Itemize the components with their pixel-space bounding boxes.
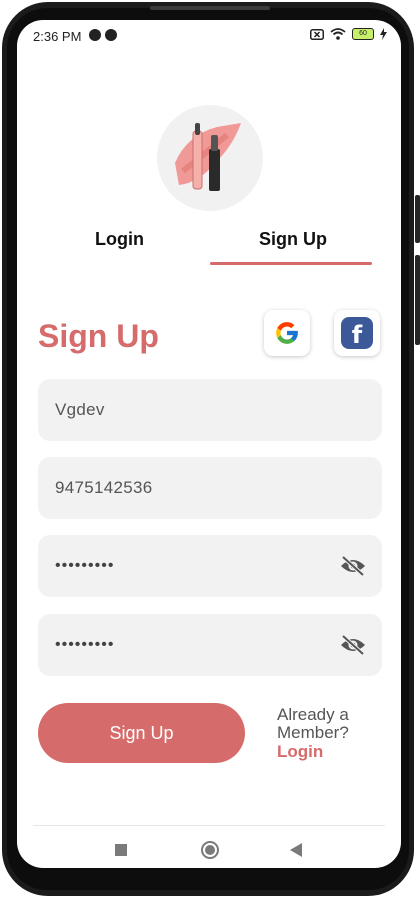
back-icon[interactable] [290,843,302,857]
home-icon[interactable] [201,841,219,859]
eye-off-icon[interactable] [340,555,366,577]
google-icon [276,322,298,344]
recent-apps-icon[interactable] [115,844,127,856]
tab-signup[interactable]: Sign Up [259,229,327,250]
volume-button [415,195,420,243]
phone-frame: 2:36 PM 60 Login Sign Up Sign Up f Vgdev… [0,0,420,900]
phone-field[interactable]: 9475142536 [38,457,382,519]
media-icon [105,29,117,41]
status-time: 2:36 PM [33,29,82,44]
confirm-password-field[interactable]: ••••••••• [38,614,382,676]
password-value: ••••••••• [55,557,115,574]
power-button [415,255,420,345]
app-screen: 2:36 PM 60 Login Sign Up Sign Up f Vgdev… [17,20,401,868]
name-field[interactable]: Vgdev [38,379,382,441]
facebook-signin-button[interactable]: f [334,310,380,356]
confirm-password-value: ••••••••• [55,636,115,653]
lipstick-illustration [175,123,241,191]
signup-button[interactable]: Sign Up [38,703,245,763]
eye-off-icon[interactable] [340,634,366,656]
active-tab-indicator [210,262,372,265]
lipstick-logo-icon [157,105,263,211]
facebook-icon: f [341,317,373,349]
battery-icon: 60 [352,28,374,40]
page-title: Sign Up [38,318,159,354]
nav-divider [33,825,385,826]
password-field[interactable]: ••••••••• [38,535,382,597]
charging-icon [380,28,387,40]
google-signin-button[interactable] [264,310,310,356]
already-member-text: Already a Member? [277,705,349,742]
tab-login[interactable]: Login [95,229,144,250]
status-system-icons: 60 [310,28,387,40]
login-link[interactable]: Login [277,742,323,762]
notification-x-icon [310,28,324,40]
media-icon [89,29,101,41]
wifi-icon [330,28,346,40]
speaker-grille [150,6,270,10]
status-notification-icons [89,29,117,41]
